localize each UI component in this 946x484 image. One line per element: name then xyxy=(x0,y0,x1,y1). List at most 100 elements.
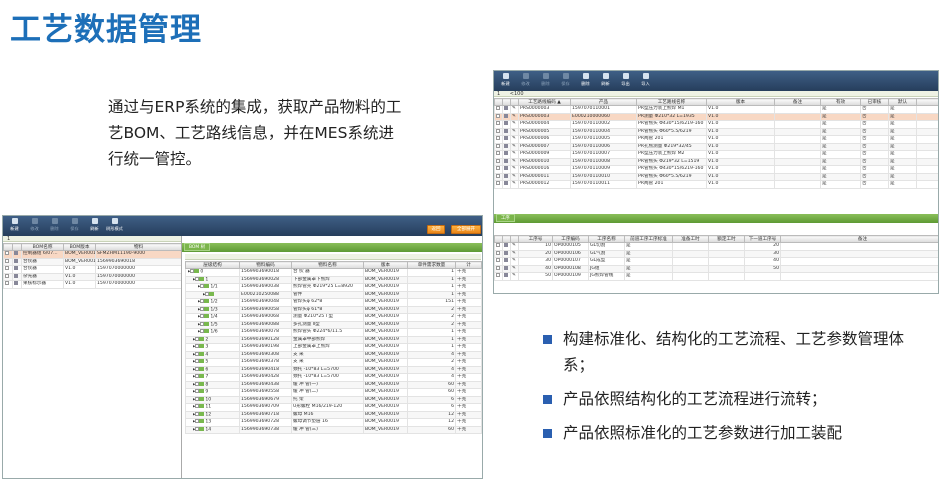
table-row[interactable]: ✎ PRS0000011 1597070110010 PR管熊头 Φ60*5.5/62… xyxy=(494,172,938,181)
row-checkbox[interactable] xyxy=(494,249,503,258)
row-checkbox[interactable] xyxy=(494,165,503,174)
tree-row[interactable]: ▸ 13 1569903690728 螺母调节垫层 16 BOM_VER0019 12 千克 xyxy=(185,418,482,427)
col-header[interactable]: 版本 xyxy=(706,98,775,106)
table-row[interactable]: ✎ PRS0000010 1597070110008 PR管熊头 Φ219*32 L=… xyxy=(494,157,938,166)
operation-row[interactable]: ✎ 10 OP0000105 GL切割是 20 xyxy=(494,242,938,251)
table-row[interactable]: 果核标示器 V1.0 1597070000000 xyxy=(3,280,182,289)
tree-row[interactable]: ▸ 1/3 1569903690058 管焊头φ 61*8 BOM_VER0019 2 千克 xyxy=(185,305,482,314)
edit-icon[interactable]: ✎ xyxy=(512,243,516,248)
toolbar-button[interactable]: 删除 xyxy=(537,73,554,87)
tree-row[interactable]: ▸ 12 1569903690718 螺母 M16 BOM_VER0019 12 千克 xyxy=(185,410,482,419)
tree-row[interactable]: ▸ 1/6 1569903690078 熊焊管头 Φ224*6/11.5 BOM_VER… xyxy=(185,328,482,337)
table-row[interactable]: ✎ PRS0000012 1597070110011 PR两管 201 V1.0 是否是 xyxy=(494,180,938,189)
toolbar-button[interactable]: 新建 xyxy=(497,73,514,87)
table-row[interactable]: ✎ PRS0000006 1597070110005 PR两管 201 V1.0 是否是 xyxy=(494,135,938,144)
edit-icon[interactable]: ✎ xyxy=(512,151,516,156)
toolbar-button[interactable]: 删除 xyxy=(577,73,594,87)
row-checkbox[interactable] xyxy=(494,127,503,136)
col-header[interactable]: 下一道工序号 xyxy=(744,235,781,243)
col-header[interactable]: 工序编码 xyxy=(552,235,589,243)
toolbar-button[interactable]: 树形模式 xyxy=(106,218,123,232)
operation-row[interactable]: ✎ 30 OP0000107 GL成型是 40 xyxy=(494,257,938,266)
col-header[interactable]: 物料 xyxy=(95,243,182,251)
col-header[interactable]: 备注 xyxy=(780,235,938,243)
tree-row[interactable]: ▸ 1 1569903690028 下部金属罩下熊焊 BOM_VER0019 1 千克 xyxy=(185,275,482,284)
row-checkbox[interactable] xyxy=(3,257,13,266)
table-row[interactable]: 控制器组 6/07... BOM_VER0012 SFMZHM11190-9000 xyxy=(3,250,182,259)
tree-row[interactable]: ▸ 6 1569903690418 颈托 -10*83 L=5700 BOM_VER00… xyxy=(185,365,482,374)
tree-row[interactable]: ▸ 14 1569903690738 缓 冲 管(三) BOM_VER0019 60 千克 xyxy=(185,425,482,434)
edit-icon[interactable]: ✎ xyxy=(512,129,516,134)
tab-bom-tree[interactable]: BOM 树 xyxy=(184,243,210,251)
tree-row[interactable]: ▸ 5 1569903690378 支 采 BOM_VER0019 2 千克 xyxy=(185,358,482,367)
edit-icon[interactable]: ✎ xyxy=(512,174,516,179)
row-checkbox[interactable] xyxy=(3,280,13,289)
row-checkbox[interactable] xyxy=(494,257,503,266)
col-header[interactable]: 计 xyxy=(455,261,482,269)
tree-row[interactable]: ▸ 1/2 1569903690048 管焊头φ 62*8 BOM_VER0019 151… xyxy=(185,298,482,307)
table-row[interactable]: ✎ PRS0000004 1597070110002 PR管熊头 Φ430*15/62… xyxy=(494,120,938,129)
col-header[interactable]: 额定工时 xyxy=(708,235,745,243)
row-checkbox[interactable] xyxy=(494,180,503,189)
row-checkbox[interactable] xyxy=(494,120,503,129)
row-checkbox[interactable] xyxy=(494,264,503,273)
col-header[interactable]: 工艺路线名称 xyxy=(636,98,707,106)
row-checkbox[interactable] xyxy=(494,172,503,181)
toolbar-button[interactable]: 刷新 xyxy=(597,73,614,87)
edit-icon[interactable]: ✎ xyxy=(512,114,516,119)
table-row[interactable]: ✎ PRS0000003 E000210000060 PR测量 Φ210*32 L=1… xyxy=(494,112,938,121)
tree-row[interactable]: ▸ 0 1569903690018 合 伙 器 BOM_VER0019 1 千克 xyxy=(185,268,482,277)
tree-row[interactable]: ▸ 7 1569903690428 颈托 -10*83 L=5700 BOM_VER00… xyxy=(185,373,482,382)
col-header[interactable]: 版本 xyxy=(363,261,408,269)
toolbar-button[interactable]: 导入 xyxy=(637,73,654,87)
col-header[interactable]: 备注 xyxy=(774,98,821,106)
row-checkbox[interactable] xyxy=(494,272,503,281)
row-checkbox[interactable] xyxy=(494,150,503,159)
table-row[interactable]: 合伙器 V1.0 1597070000000 xyxy=(3,265,182,274)
toolbar-button[interactable]: 保存 xyxy=(66,218,83,232)
tree-row[interactable]: ▸ 1/4 1569903690068 测量 Φ210*25 I 型 BOM_VER00… xyxy=(185,313,482,322)
edit-icon[interactable]: ✎ xyxy=(512,106,516,111)
row-checkbox[interactable] xyxy=(494,142,503,151)
col-header[interactable]: 工序号 xyxy=(518,235,553,243)
tree-row[interactable]: ▸ 1/5 1569903690088 多孔测量 Ⅱ型 BOM_VER0019 2 千克 xyxy=(185,320,482,329)
operation-row[interactable]: ✎ 40 OP0000108 JG组是 50 xyxy=(494,264,938,273)
edit-icon[interactable]: ✎ xyxy=(512,181,516,186)
col-header[interactable]: 有效 xyxy=(820,98,861,106)
table-row[interactable]: ✎ PRS0000003 1597070110001 PR型压力装上熊焊 M1 V1.0… xyxy=(494,105,938,114)
col-header[interactable]: 产品 xyxy=(570,98,637,106)
operation-row[interactable]: ✎ 20 OP0000106 GL气割是 30 xyxy=(494,249,938,258)
edit-icon[interactable]: ✎ xyxy=(512,166,516,171)
col-header[interactable]: 物料编码 xyxy=(239,261,292,269)
toolbar-button[interactable]: 修改 xyxy=(26,218,43,232)
tree-row[interactable]: ▸ 10 1569903690679 托 架 BOM_VER0019 6 千克 xyxy=(185,395,482,404)
col-header[interactable]: BOM版本 xyxy=(63,243,96,251)
row-checkbox[interactable] xyxy=(494,242,503,251)
col-header[interactable]: 单件需求数量 xyxy=(407,261,456,269)
col-header[interactable]: 已审核 xyxy=(860,98,889,106)
toolbar-button[interactable]: 删除 xyxy=(46,218,63,232)
row-checkbox[interactable] xyxy=(494,157,503,166)
table-row[interactable]: ✎ PRS0000007 1597070110006 PR孔熊测量 Φ219*32/4… xyxy=(494,142,938,151)
tree-row[interactable]: ▸ E000210250088 管件 BOM_VER0019 1 千克 xyxy=(185,290,482,299)
col-header[interactable]: 默认 xyxy=(888,98,917,106)
page-size[interactable]: <100 xyxy=(502,91,524,97)
col-header[interactable]: 前道工序工序标准 xyxy=(624,235,673,243)
col-header[interactable]: 工艺路线编码 ▲ xyxy=(518,98,571,106)
back-button[interactable]: 返回 xyxy=(427,225,445,234)
tree-row[interactable]: ▸ 11 1569903690709 U形螺栓 M16/219-120 BOM_VER0… xyxy=(185,403,482,412)
tree-row[interactable]: ▸ 8 1569903690438 缓 冲 管(一) BOM_VER0019 60 千克 xyxy=(185,380,482,389)
tab-operations[interactable]: 工序 xyxy=(496,214,515,222)
row-checkbox[interactable] xyxy=(3,272,13,281)
col-header[interactable]: 准备工时 xyxy=(672,235,709,243)
expand-all-button[interactable]: 全部展开 xyxy=(451,225,481,234)
table-row[interactable]: ✎ PRS0000009 1597070110007 PR型压力装上熊焊 M2 V1.0… xyxy=(494,150,938,159)
row-checkbox[interactable] xyxy=(494,135,503,144)
edit-icon[interactable]: ✎ xyxy=(512,144,516,149)
col-header[interactable]: 工序名称 xyxy=(588,235,625,243)
col-header[interactable]: 物料名称 xyxy=(291,261,364,269)
tree-row[interactable]: ▸ 3 1569903690198 上部金属罩上熊焊 BOM_VER0019 1 千克 xyxy=(185,343,482,352)
table-row[interactable]: 杂光器 V1.0 1597070000000 xyxy=(3,272,182,281)
edit-icon[interactable]: ✎ xyxy=(512,121,516,126)
toolbar-button[interactable]: 修改 xyxy=(517,73,534,87)
